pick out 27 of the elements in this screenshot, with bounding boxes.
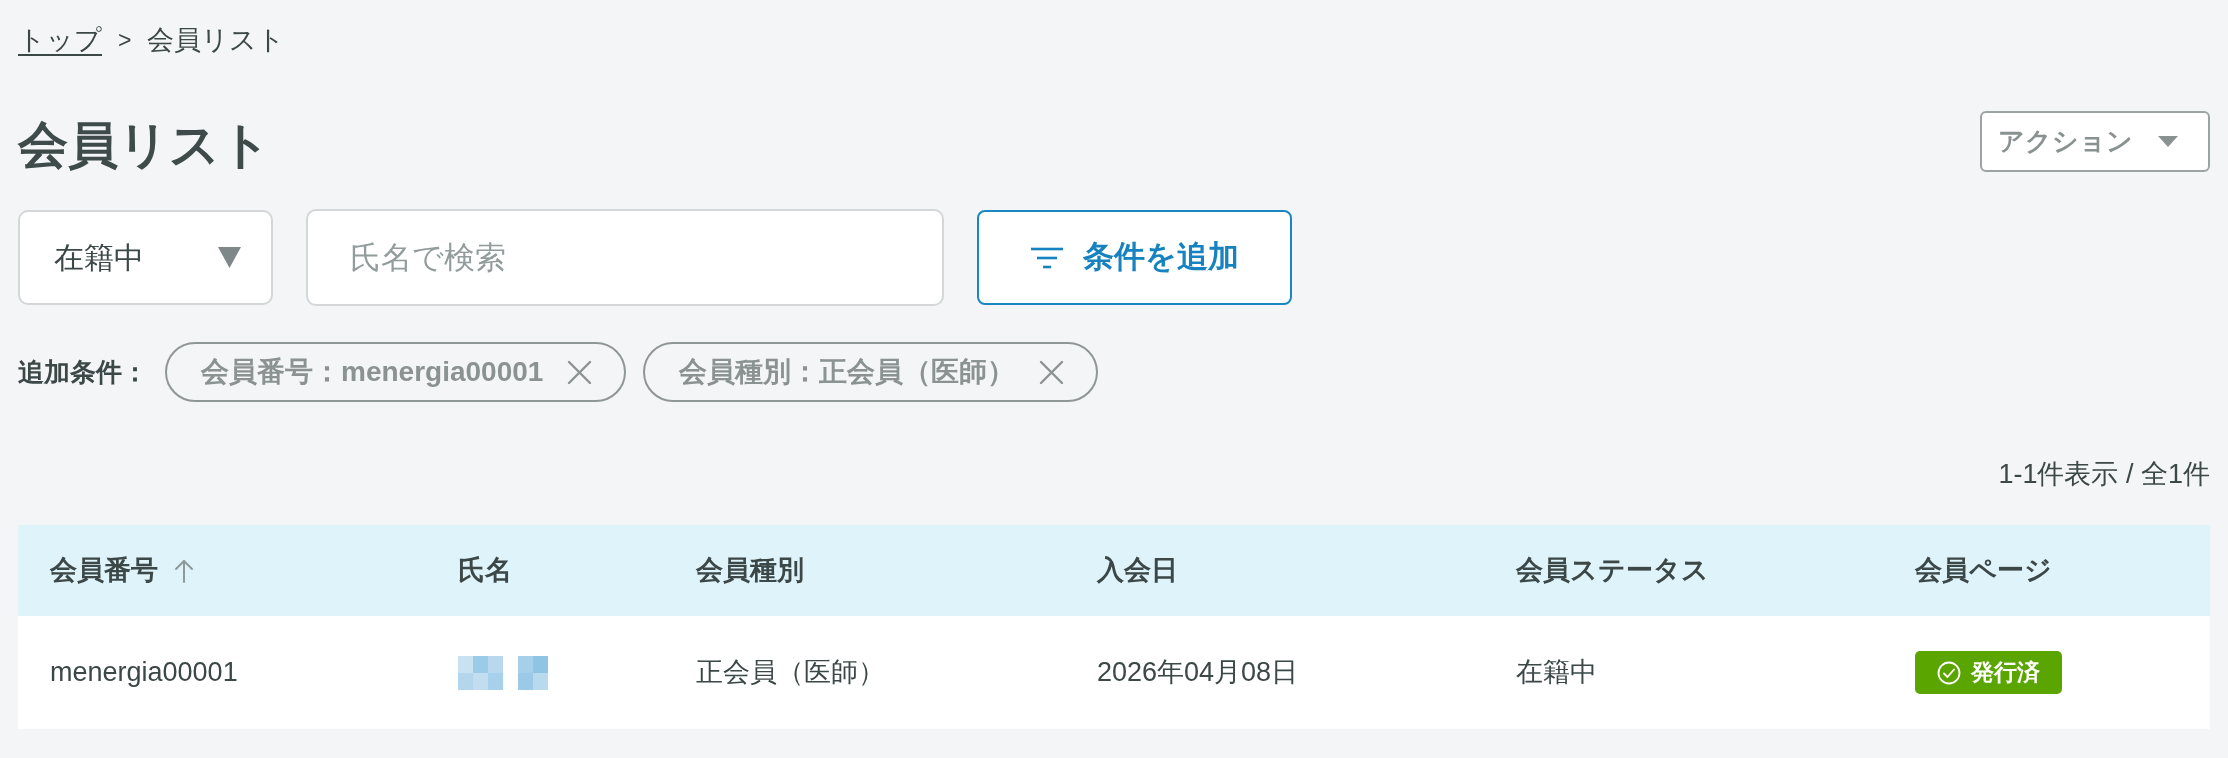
table-cell-text: menergia00001 [50,656,238,690]
breadcrumb-link[interactable]: トップ [18,19,102,61]
sort-arrow-up-icon[interactable] [174,558,194,583]
column-header[interactable]: 入会日 [1097,550,1178,591]
result-count: 1-1件表示 / 全1件 [1998,457,2210,491]
breadcrumb-separator: > [118,25,132,55]
table-cell-text: 2026年04月08日 [1097,656,1299,690]
page-title: 会員リスト [18,116,271,175]
close-icon[interactable] [1039,359,1065,385]
status-badge: 発行済 [1915,651,2062,694]
filter-icon [1030,246,1063,269]
status-select[interactable]: 在籍中 [18,210,273,305]
close-icon[interactable] [567,359,593,385]
table-cell-text: 正会員（医師） [696,656,885,690]
column-header[interactable]: 会員番号 [50,550,158,591]
caret-down-icon [218,247,241,268]
extra-conditions-label: 追加条件： [18,355,148,389]
caret-down-icon [2158,136,2178,147]
add-condition-button[interactable]: 条件を追加 [977,210,1292,305]
table-cell-text: 在籍中 [1516,656,1597,690]
breadcrumb-current: 会員リスト [147,23,286,57]
check-circle-icon [1937,660,1961,685]
column-header[interactable]: 会員種別 [696,550,804,591]
column-header[interactable]: 会員ページ [1915,550,2052,591]
column-header[interactable]: 会員ステータス [1516,550,1709,591]
column-header[interactable]: 氏名 [458,550,512,591]
search-field[interactable]: 氏名で検索 [306,209,944,306]
